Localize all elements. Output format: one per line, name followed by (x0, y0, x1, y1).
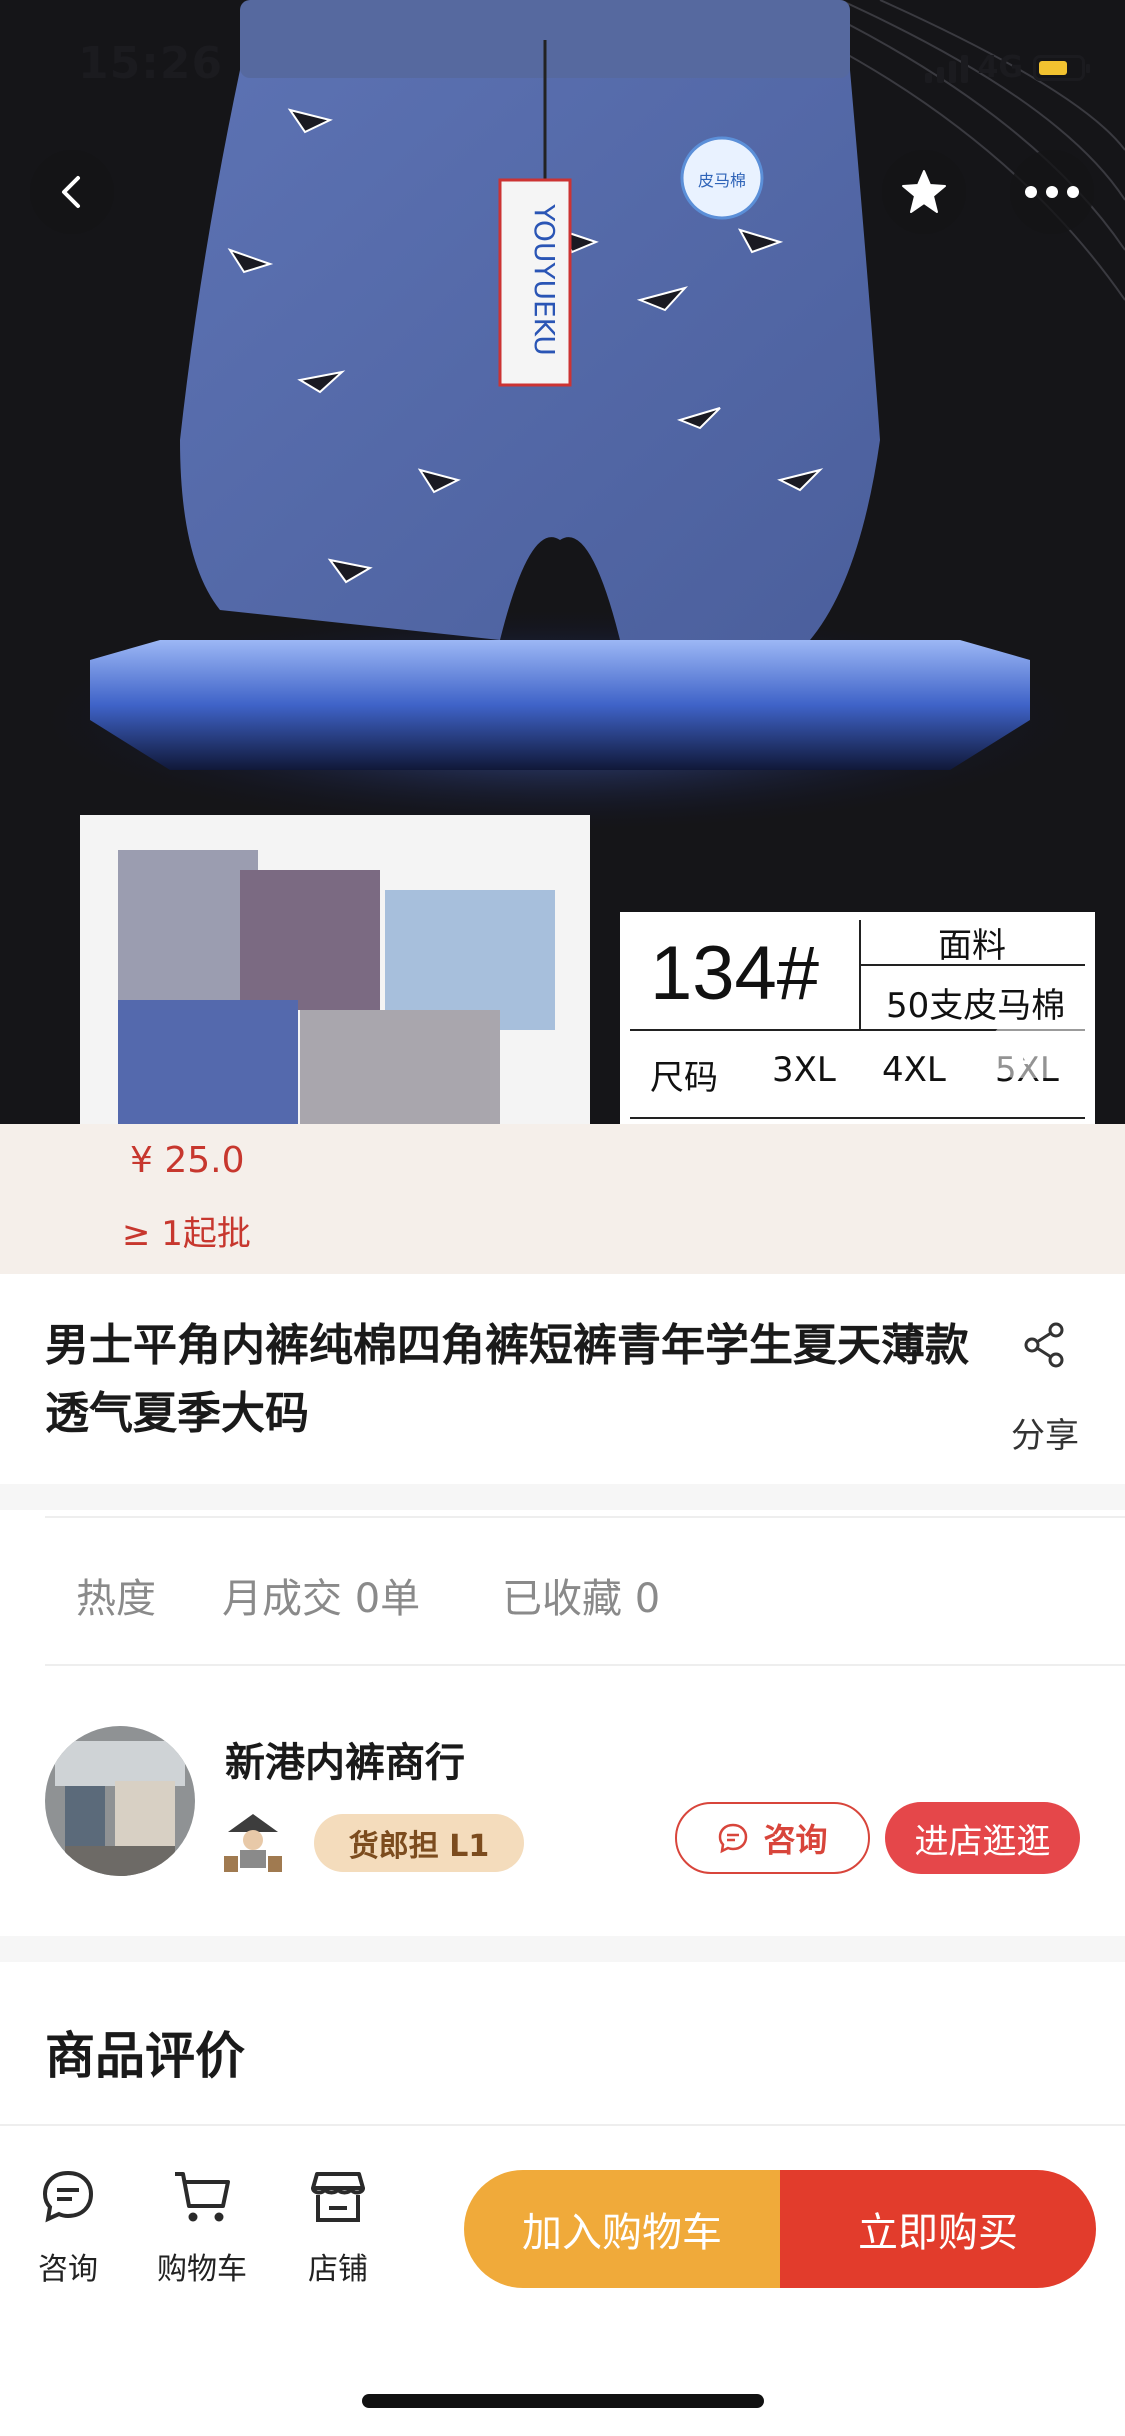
spec-fabric-label: 面料 (938, 926, 1006, 966)
shop-name[interactable]: 新港内裤商行 (225, 1730, 465, 1788)
svg-text:YOUYUEKU: YOUYUEKU (528, 203, 561, 356)
stat-heat: 热度 (76, 1576, 156, 1622)
spec-model: 134# (650, 931, 820, 1016)
spec-size-label: 尺码 (650, 1058, 718, 1098)
back-button[interactable] (30, 150, 114, 234)
add-to-cart-button[interactable]: 加入购物车 (464, 2170, 780, 2288)
tab-shop[interactable]: 店铺 (278, 2168, 398, 2288)
product-image-gallery[interactable]: YOUYUEKU 皮马棉 134# 面料 50支皮马棉 尺码 3XL 4XL 5… (0, 0, 1125, 1124)
share-label[interactable]: 分享 (1005, 1408, 1085, 1457)
reviews-title: 商品评价 (45, 2027, 245, 2085)
enter-shop-button[interactable]: 进店逛逛 (885, 1802, 1080, 1874)
peddler-icon (222, 1810, 284, 1876)
favorite-button[interactable] (882, 150, 966, 234)
stat-favorites: 已收藏 0 (502, 1576, 661, 1622)
status-bar: 15:26 4G (0, 0, 1125, 130)
svg-text:皮马棉: 皮马棉 (698, 171, 746, 190)
home-indicator[interactable] (362, 2394, 764, 2408)
chat-icon (42, 2170, 94, 2223)
store-icon (311, 2172, 365, 2222)
image-counter: 1/3 (988, 1022, 1095, 1078)
section-divider (0, 1484, 1125, 1510)
tab-cart-label: 购物车 (157, 2252, 247, 2287)
star-icon (902, 170, 946, 213)
chevron-left-icon (62, 176, 80, 208)
battery-icon (1033, 54, 1090, 81)
spec-card: 134# 面料 50支皮马棉 尺码 3XL 4XL 5XL (620, 912, 1095, 1124)
tab-shop-label: 店铺 (308, 2252, 368, 2287)
stat-monthly-sales: 月成交 0单 (222, 1576, 421, 1622)
network-type: 4G (977, 50, 1024, 85)
product-title: 男士平角内裤纯棉四角裤短裤青年学生夏天薄款透气夏季大码 (45, 1320, 969, 1439)
shop-avatar[interactable] (45, 1726, 195, 1876)
stats-row: 热度 月成交 0单 已收藏 0 (45, 1516, 1125, 1666)
tab-consult[interactable]: 咨询 (8, 2168, 128, 2288)
section-divider (0, 1936, 1125, 1962)
share-button[interactable] (1005, 1320, 1085, 1374)
more-dots-icon (1025, 186, 1079, 198)
tab-cart[interactable]: 购物车 (142, 2168, 262, 2288)
spec-size-4xl: 4XL (882, 1050, 946, 1090)
shop-level-badge: 货郎担 L1 (314, 1814, 524, 1872)
chat-icon (719, 1823, 748, 1854)
status-indicators: 4G (924, 50, 1090, 85)
status-time: 15:26 (78, 38, 224, 89)
minimum-order: ≥ 1起批 (122, 1214, 251, 1254)
consult-label: 咨询 (763, 1821, 828, 1859)
price: ¥ 25.0 (130, 1140, 245, 1181)
tab-consult-label: 咨询 (38, 2252, 98, 2287)
buy-now-button[interactable]: 立即购买 (780, 2170, 1096, 2288)
more-button[interactable] (1010, 150, 1094, 234)
cart-icon (175, 2172, 230, 2222)
spec-fabric-value: 50支皮马棉 (886, 986, 1066, 1026)
share-icon (1024, 1322, 1064, 1368)
signal-icon (924, 53, 968, 83)
consult-button[interactable]: 咨询 (675, 1802, 870, 1874)
spec-size-3xl: 3XL (772, 1050, 836, 1090)
shop-avatar-image (45, 1726, 195, 1876)
